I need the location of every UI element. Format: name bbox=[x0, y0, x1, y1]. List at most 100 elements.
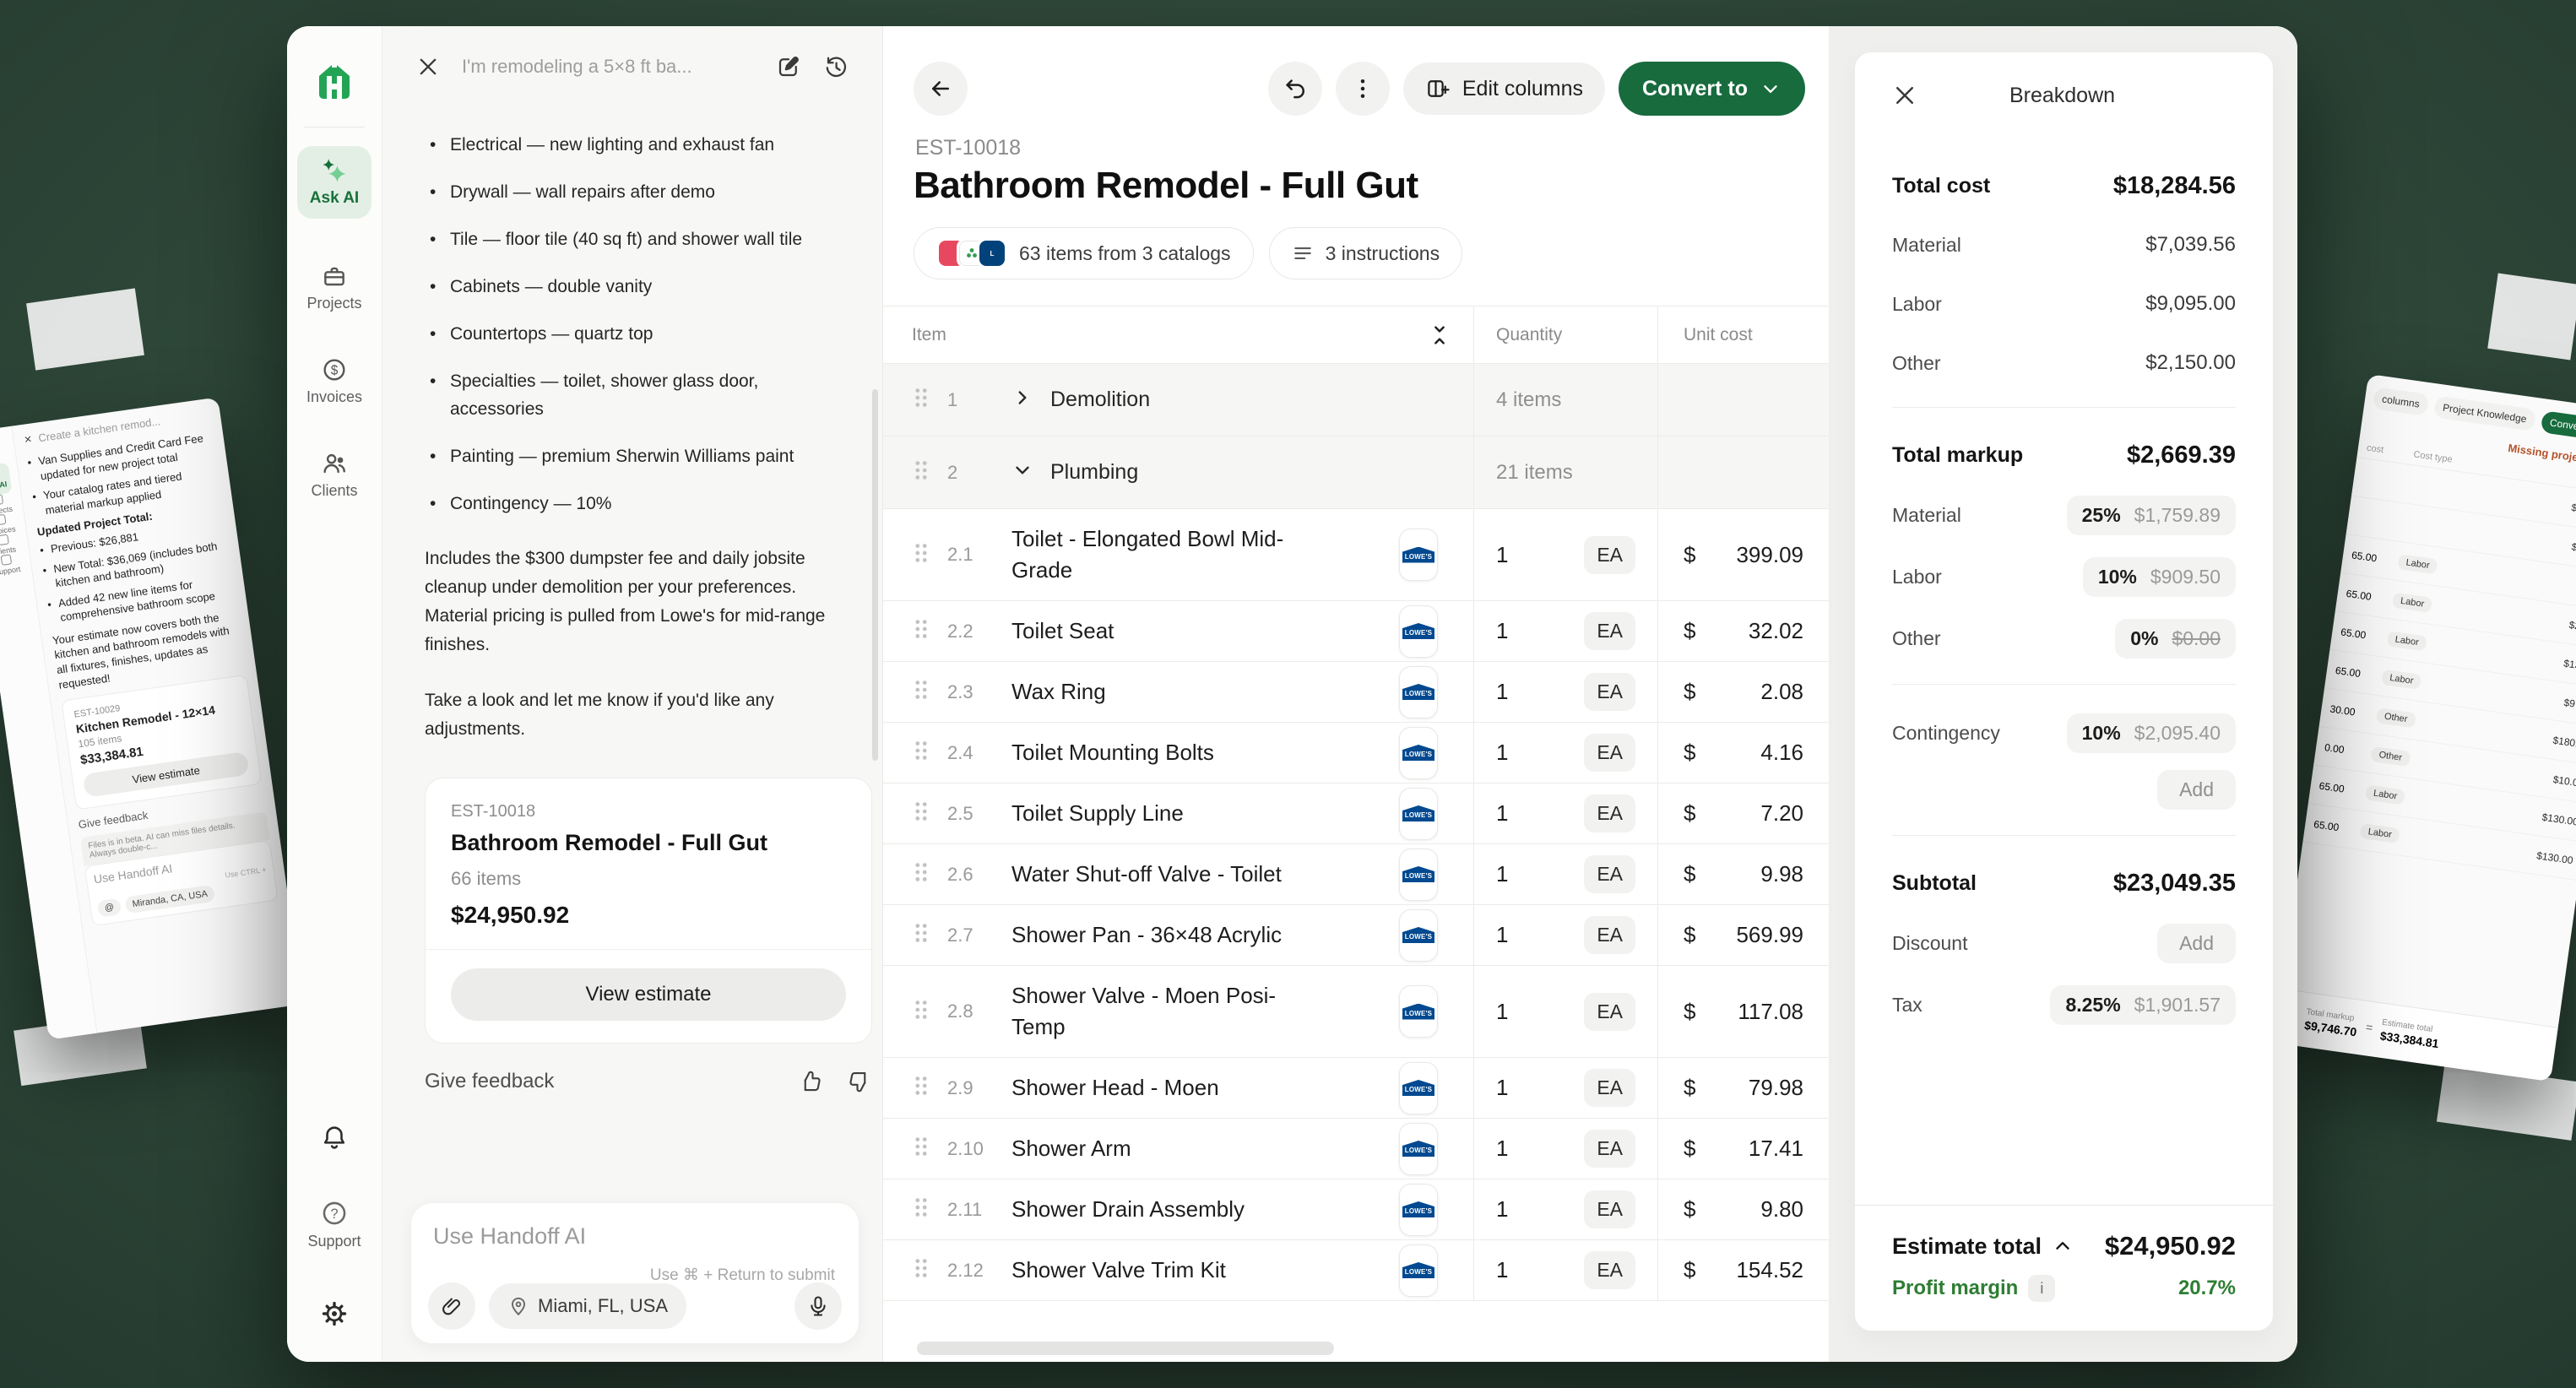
sidebar-item-support[interactable]: ? Support bbox=[307, 1199, 361, 1250]
unit-chip[interactable]: EA bbox=[1584, 1251, 1635, 1289]
quantity-value[interactable]: 1 bbox=[1496, 542, 1508, 568]
drag-handle-icon[interactable] bbox=[912, 617, 930, 641]
info-icon[interactable]: i bbox=[2028, 1275, 2055, 1302]
table-row[interactable]: 2.12Shower Valve Trim KitLOWE'S1EA$154.5… bbox=[883, 1240, 1829, 1301]
add-discount-button[interactable]: Add bbox=[2157, 924, 2236, 963]
unit-chip[interactable]: EA bbox=[1584, 673, 1635, 711]
unit-cost-value[interactable]: 4.16 bbox=[1760, 740, 1803, 766]
table-row[interactable]: 2.3Wax RingLOWE'S1EA$2.08 bbox=[883, 662, 1829, 723]
back-button[interactable] bbox=[914, 62, 968, 116]
unit-cost-value[interactable]: 32.02 bbox=[1749, 618, 1803, 644]
table-row[interactable]: 2.5Toilet Supply LineLOWE'S1EA$7.20 bbox=[883, 783, 1829, 844]
column-header-unit-cost[interactable]: Unit cost bbox=[1684, 325, 1753, 345]
quantity-value[interactable]: 1 bbox=[1496, 800, 1508, 827]
unit-chip[interactable]: EA bbox=[1584, 855, 1635, 893]
estimate-total-label[interactable]: Estimate total bbox=[1892, 1233, 2074, 1260]
close-icon[interactable] bbox=[1892, 83, 1917, 108]
edit-columns-button[interactable]: Edit columns bbox=[1403, 62, 1605, 115]
table-row[interactable]: 2.1Toilet - Elongated Bowl Mid-GradeLOWE… bbox=[883, 509, 1829, 601]
unit-chip[interactable]: EA bbox=[1584, 993, 1635, 1031]
unit-cost-value[interactable]: 569.99 bbox=[1736, 922, 1803, 948]
new-chat-icon[interactable] bbox=[776, 54, 801, 79]
table-row[interactable]: 2.4Toilet Mounting BoltsLOWE'S1EA$4.16 bbox=[883, 723, 1829, 783]
unit-chip[interactable]: EA bbox=[1584, 612, 1635, 650]
quantity-value[interactable]: 1 bbox=[1496, 922, 1508, 948]
unit-cost-value[interactable]: 79.98 bbox=[1749, 1075, 1803, 1101]
quantity-value[interactable]: 1 bbox=[1496, 999, 1508, 1025]
chat-thread-title[interactable]: I'm remodeling a 5×8 ft ba... bbox=[462, 56, 754, 78]
drag-handle-icon[interactable] bbox=[912, 739, 930, 762]
table-row[interactable]: 2.10Shower ArmLOWE'S1EA$17.41 bbox=[883, 1119, 1829, 1179]
instructions-pill[interactable]: 3 instructions bbox=[1269, 227, 1463, 279]
unit-cost-value[interactable]: 154.52 bbox=[1736, 1257, 1803, 1283]
tax-chip[interactable]: 8.25% $1,901.57 bbox=[2050, 985, 2236, 1025]
mic-button[interactable] bbox=[794, 1282, 842, 1330]
group-row[interactable]: 1Demolition4 items bbox=[883, 364, 1829, 436]
undo-button[interactable] bbox=[1268, 62, 1322, 116]
quantity-value[interactable]: 1 bbox=[1496, 1075, 1508, 1101]
more-options-button[interactable] bbox=[1336, 62, 1390, 116]
settings-button[interactable] bbox=[320, 1299, 349, 1328]
unit-cost-value[interactable]: 7.20 bbox=[1760, 800, 1803, 827]
table-row[interactable]: 2.6Water Shut-off Valve - ToiletLOWE'S1E… bbox=[883, 844, 1829, 905]
markup-material-chip[interactable]: 25% $1,759.89 bbox=[2067, 496, 2236, 535]
unit-cost-value[interactable]: 9.80 bbox=[1760, 1196, 1803, 1223]
drag-handle-icon[interactable] bbox=[912, 998, 930, 1022]
handoff-logo-icon[interactable] bbox=[312, 58, 356, 106]
catalogs-pill[interactable]: L 63 items from 3 catalogs bbox=[914, 227, 1254, 279]
quantity-value[interactable]: 1 bbox=[1496, 618, 1508, 644]
unit-chip[interactable]: EA bbox=[1584, 794, 1635, 832]
chat-scrollbar[interactable] bbox=[872, 389, 878, 761]
unit-cost-value[interactable]: 17.41 bbox=[1749, 1136, 1803, 1162]
unit-cost-value[interactable]: 399.09 bbox=[1736, 542, 1803, 568]
unit-cost-value[interactable]: 117.08 bbox=[1738, 999, 1803, 1025]
unit-chip[interactable]: EA bbox=[1584, 916, 1635, 954]
quantity-value[interactable]: 1 bbox=[1496, 1136, 1508, 1162]
drag-handle-icon[interactable] bbox=[912, 1256, 930, 1280]
horizontal-scrollbar[interactable] bbox=[917, 1342, 1334, 1355]
table-row[interactable]: 2.7Shower Pan - 36×48 AcrylicLOWE'S1EA$5… bbox=[883, 905, 1829, 966]
drag-handle-icon[interactable] bbox=[912, 541, 930, 565]
column-header-item[interactable]: Item bbox=[912, 325, 946, 345]
location-chip[interactable]: Miami, FL, USA bbox=[489, 1283, 686, 1329]
sidebar-item-projects[interactable]: Projects bbox=[306, 263, 361, 312]
sidebar-item-ask-ai[interactable]: Ask AI bbox=[297, 146, 371, 219]
markup-other-chip[interactable]: 0% $0.00 bbox=[2115, 619, 2236, 659]
column-header-quantity[interactable]: Quantity bbox=[1496, 325, 1562, 345]
attach-button[interactable] bbox=[428, 1282, 475, 1330]
quantity-value[interactable]: 1 bbox=[1496, 740, 1508, 766]
chat-input[interactable]: Use Handoff AI Use ⌘ + Return to submit … bbox=[410, 1202, 860, 1344]
unit-cost-value[interactable]: 9.98 bbox=[1760, 861, 1803, 887]
unit-chip[interactable]: EA bbox=[1584, 734, 1635, 772]
drag-handle-icon[interactable] bbox=[912, 386, 930, 409]
notifications-button[interactable] bbox=[320, 1123, 349, 1152]
drag-handle-icon[interactable] bbox=[912, 458, 930, 482]
quantity-value[interactable]: 1 bbox=[1496, 1196, 1508, 1223]
thumbs-down-icon[interactable] bbox=[847, 1069, 872, 1094]
quantity-value[interactable]: 1 bbox=[1496, 1257, 1508, 1283]
thumbs-up-icon[interactable] bbox=[798, 1069, 823, 1094]
view-estimate-button[interactable]: View estimate bbox=[451, 968, 846, 1021]
group-row[interactable]: 2Plumbing21 items bbox=[883, 436, 1829, 509]
unit-chip[interactable]: EA bbox=[1584, 1190, 1635, 1228]
collapse-all-icon[interactable] bbox=[1428, 323, 1451, 347]
add-button[interactable]: Add bbox=[2157, 770, 2236, 810]
drag-handle-icon[interactable] bbox=[912, 1196, 930, 1219]
table-row[interactable]: 2.8Shower Valve - Moen Posi-TempLOWE'S1E… bbox=[883, 966, 1829, 1058]
drag-handle-icon[interactable] bbox=[912, 800, 930, 823]
table-row[interactable]: 2.2Toilet SeatLOWE'S1EA$32.02 bbox=[883, 601, 1829, 662]
chevron-right-icon[interactable] bbox=[1011, 387, 1033, 409]
contingency-chip[interactable]: 10% $2,095.40 bbox=[2067, 713, 2236, 753]
table-row[interactable]: 2.9Shower Head - MoenLOWE'S1EA$79.98 bbox=[883, 1058, 1829, 1119]
sidebar-item-invoices[interactable]: $ Invoices bbox=[306, 356, 362, 406]
sidebar-item-clients[interactable]: Clients bbox=[311, 450, 357, 500]
drag-handle-icon[interactable] bbox=[912, 1135, 930, 1158]
markup-labor-chip[interactable]: 10% $909.50 bbox=[2083, 557, 2236, 597]
unit-chip[interactable]: EA bbox=[1584, 1130, 1635, 1168]
drag-handle-icon[interactable] bbox=[912, 860, 930, 884]
drag-handle-icon[interactable] bbox=[912, 921, 930, 945]
unit-chip[interactable]: EA bbox=[1584, 536, 1635, 574]
convert-to-button[interactable]: Convert to bbox=[1619, 62, 1805, 116]
close-icon[interactable] bbox=[416, 55, 440, 79]
table-row[interactable]: 2.11Shower Drain AssemblyLOWE'S1EA$9.80 bbox=[883, 1179, 1829, 1240]
